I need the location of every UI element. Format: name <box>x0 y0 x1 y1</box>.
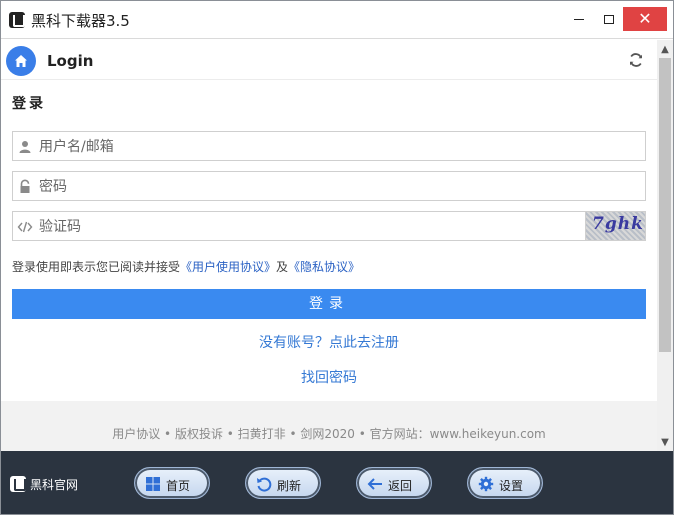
back-arrow-icon <box>367 478 382 490</box>
gear-icon <box>478 476 494 492</box>
captcha-image[interactable]: 7ghk <box>585 212 645 240</box>
register-link-label[interactable]: 没有账号？点此去注册 <box>259 335 399 351</box>
vertical-scrollbar[interactable]: ▲ ▼ <box>657 40 673 451</box>
privacy-link[interactable]: 《隐私协议》 <box>288 260 360 274</box>
scrollbar-thumb[interactable] <box>659 58 671 352</box>
main-content: Login 登录 用户名/邮箱 验证码 7ghk 登录使用即表示您已阅读并接受《… <box>1 40 657 451</box>
back-nav-label: 返回 <box>388 479 413 493</box>
captcha-text: 7ghk <box>592 214 644 234</box>
window-title: 黑科下载器3.5 <box>31 12 130 30</box>
title-bar[interactable]: 黑科下载器3.5 ✕ <box>1 1 673 39</box>
home-nav-button[interactable]: 首页 <box>134 467 210 499</box>
refresh-nav-label: 刷新 <box>277 479 302 493</box>
close-button[interactable]: ✕ <box>623 7 667 31</box>
settings-nav-label: 设置 <box>499 479 524 493</box>
forgot-password-link[interactable]: 找回密码 <box>1 367 657 387</box>
forgot-password-label[interactable]: 找回密码 <box>301 370 357 386</box>
minimize-button[interactable] <box>564 7 594 31</box>
username-input[interactable] <box>39 136 579 158</box>
scroll-up-button[interactable]: ▲ <box>657 42 673 58</box>
app-window: 黑科下载器3.5 ✕ Login 登录 用户名/邮箱 验证码 7ghk 登录使用… <box>0 0 674 515</box>
agreement-and: 及 <box>276 260 289 274</box>
maximize-button[interactable] <box>595 7 623 31</box>
captcha-input[interactable] <box>39 216 579 238</box>
home-button[interactable] <box>6 46 36 76</box>
close-icon: ✕ <box>638 9 652 28</box>
lock-icon <box>20 179 30 193</box>
login-section-label: 登录 <box>12 96 46 112</box>
password-input[interactable] <box>39 176 579 198</box>
user-icon <box>19 141 31 153</box>
settings-nav-button[interactable]: 设置 <box>467 467 543 499</box>
maximize-icon <box>604 14 614 24</box>
windows-icon <box>146 477 160 491</box>
official-site-link[interactable]: 黑科官网 <box>30 476 78 493</box>
page-header: Login <box>1 40 657 80</box>
home-icon <box>15 55 27 67</box>
footer: 用户协议 • 版权投诉 • 扫黄打非 • 剑网2020 • 官方网站：www.h… <box>1 401 657 451</box>
login-button[interactable]: 登录 <box>12 289 646 319</box>
username-field[interactable] <box>12 131 646 161</box>
agreement-prefix: 登录使用即表示您已阅读并接受 <box>12 260 181 274</box>
refresh-icon[interactable] <box>628 52 644 68</box>
scroll-down-button[interactable]: ▼ <box>657 435 673 451</box>
password-field[interactable] <box>12 171 646 201</box>
minimize-icon <box>574 18 584 20</box>
bottom-toolbar: 黑科官网 首页 刷新 返回 设置 <box>1 451 673 514</box>
home-nav-label: 首页 <box>166 479 191 493</box>
back-nav-button[interactable]: 返回 <box>356 467 432 499</box>
agreement-text: 登录使用即表示您已阅读并接受《用户使用协议》及《隐私协议》 <box>12 258 360 275</box>
terms-link[interactable]: 《用户使用协议》 <box>180 260 276 274</box>
refresh-icon <box>257 477 272 492</box>
refresh-nav-button[interactable]: 刷新 <box>245 467 321 499</box>
register-link[interactable]: 没有账号？点此去注册 <box>1 332 657 352</box>
page-title: Login <box>47 52 94 70</box>
footer-text: 用户协议 • 版权投诉 • 扫黄打非 • 剑网2020 • 官方网站：www.h… <box>112 427 546 441</box>
app-logo-icon <box>9 12 25 28</box>
code-icon <box>17 221 33 233</box>
captcha-field[interactable]: 7ghk <box>12 211 646 241</box>
brand-logo-icon[interactable] <box>10 476 26 492</box>
